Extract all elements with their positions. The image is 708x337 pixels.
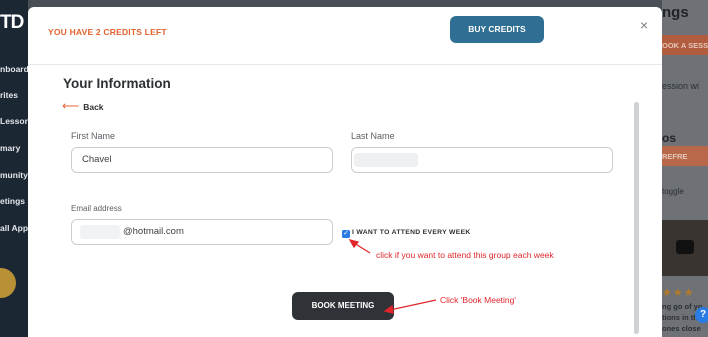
arrow-icon [348, 238, 371, 254]
booking-modal: YOU HAVE 2 CREDITS LEFT BUY CREDITS × Yo… [28, 7, 662, 337]
first-name-label: First Name [71, 131, 116, 141]
modal-header: YOU HAVE 2 CREDITS LEFT BUY CREDITS × [28, 7, 662, 65]
background-video-thumbnail[interactable] [662, 220, 708, 276]
scrollbar[interactable] [634, 102, 639, 334]
background-avatar [0, 268, 16, 298]
back-label: Back [83, 102, 104, 112]
background-panel-section: os [662, 131, 677, 145]
email-field[interactable]: @hotmail.com [71, 219, 333, 245]
background-nav-item[interactable]: mary [0, 143, 20, 153]
background-logo: TD [0, 12, 24, 33]
redacted-value [80, 225, 120, 239]
section-title: Your Information [63, 76, 171, 91]
credits-left-text: YOU HAVE 2 CREDITS LEFT [48, 27, 167, 37]
background-nav-item[interactable]: nboard [0, 64, 29, 74]
background-panel-text: ession wi [662, 81, 700, 91]
first-name-field[interactable]: Chavel [71, 147, 333, 173]
email-label: Email address [71, 204, 122, 213]
background-blurb: ones close [662, 324, 701, 333]
background-nav-item[interactable]: all App [0, 223, 28, 233]
back-link[interactable]: ⟵ Back [62, 99, 104, 113]
background-refresh-button[interactable]: REFRE [662, 146, 708, 166]
background-blurb: tions in th [662, 313, 698, 322]
background-nav-item[interactable]: etings [0, 196, 25, 206]
redacted-value [354, 153, 418, 167]
background-toggle-text: toggle [662, 187, 684, 196]
background-right-panel: ngs OOK A SESS ession wi os REFRE toggle… [662, 0, 708, 337]
last-name-label: Last Name [351, 131, 395, 141]
weekly-hint-annotation: click if you want to attend this group e… [376, 250, 554, 260]
book-meeting-button[interactable]: BOOK MEETING [292, 292, 394, 320]
weekly-checkbox-label[interactable]: I WANT TO ATTEND EVERY WEEK [352, 229, 471, 236]
help-button[interactable]: ? [695, 307, 708, 323]
close-icon[interactable]: × [640, 17, 648, 33]
buy-credits-button[interactable]: BUY CREDITS [450, 16, 544, 43]
background-stars: ★★★ [662, 287, 695, 299]
last-name-field[interactable] [351, 147, 613, 173]
play-icon[interactable] [676, 240, 694, 254]
arrow-left-icon: ⟵ [62, 99, 80, 113]
background-nav-item[interactable]: munity [0, 170, 28, 180]
background-nav-item[interactable]: rites [0, 90, 18, 100]
book-hint-annotation: Click 'Book Meeting' [440, 295, 516, 305]
background-book-session-button[interactable]: OOK A SESS [662, 35, 708, 55]
background-panel-title: ngs [662, 4, 689, 21]
scrollbar-thumb[interactable] [634, 102, 639, 334]
email-value: @hotmail.com [123, 226, 184, 237]
background-sidebar: TD [0, 0, 28, 337]
weekly-checkbox[interactable]: ✓ [342, 230, 350, 238]
